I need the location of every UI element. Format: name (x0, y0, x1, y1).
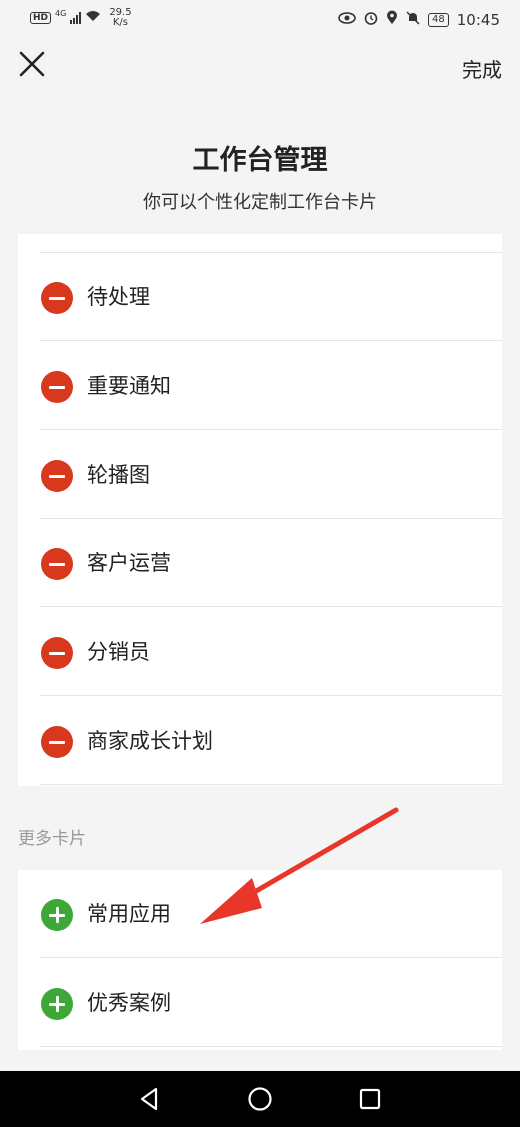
done-button[interactable]: 完成 (462, 54, 502, 83)
list-item[interactable]: 分销员 (18, 608, 502, 696)
system-nav-bar (0, 1071, 520, 1127)
remove-button[interactable] (41, 726, 73, 758)
card-label: 客户运营 (87, 551, 171, 575)
card-label: 商家成长计划 (87, 729, 213, 753)
card-label: 轮播图 (87, 463, 150, 487)
minus-circle-icon (49, 385, 65, 389)
back-triangle-icon (140, 1087, 158, 1111)
card-label: 待处理 (87, 285, 150, 309)
minus-circle-icon (49, 740, 65, 744)
page-title: 工作台管理 (192, 145, 328, 176)
clock-time: 10:45 (456, 10, 500, 29)
list-item[interactable]: 商家成长计划 (18, 697, 502, 785)
more-cards-list: 常用应用 优秀案例 (18, 870, 502, 1050)
add-button[interactable] (41, 899, 73, 931)
divider (40, 957, 502, 958)
status-right: 48 10:45 (338, 10, 500, 29)
recents-square-icon (359, 1088, 381, 1110)
page-subtitle: 你可以个性化定制工作台卡片 (143, 192, 377, 213)
divider (40, 784, 502, 785)
divider (40, 695, 502, 696)
card-label: 重要通知 (87, 374, 171, 398)
location-icon (386, 10, 398, 29)
remove-button[interactable] (41, 371, 73, 403)
more-cards-heading: 更多卡片 (18, 829, 86, 849)
minus-circle-icon (49, 296, 65, 300)
list-item[interactable]: 轮播图 (18, 431, 502, 519)
card-label: 分销员 (87, 640, 150, 664)
divider (40, 606, 502, 607)
add-button[interactable] (41, 988, 73, 1020)
close-button[interactable] (14, 46, 50, 82)
close-icon (19, 51, 45, 77)
home-button[interactable] (246, 1085, 274, 1113)
divider (40, 429, 502, 430)
remove-button[interactable] (41, 548, 73, 580)
list-item[interactable]: 重要通知 (18, 342, 502, 430)
minus-circle-icon (49, 562, 65, 566)
hd-icon: HD (30, 12, 52, 24)
list-item[interactable]: 待处理 (18, 253, 502, 341)
minus-circle-icon (49, 651, 65, 655)
remove-button[interactable] (41, 282, 73, 314)
remove-button[interactable] (41, 637, 73, 669)
eye-icon (338, 11, 356, 28)
remove-button[interactable] (41, 460, 73, 492)
signal-icon (70, 12, 82, 24)
battery-icon: 48 (428, 12, 449, 27)
recents-button[interactable] (356, 1085, 384, 1113)
status-left: HD 4G 29.5 K/s (30, 8, 132, 28)
active-cards-list: 待处理 重要通知 轮播图 客户运营 分销员 商家成长计划 (18, 234, 502, 786)
mute-bell-icon (406, 10, 420, 29)
back-button[interactable] (136, 1085, 164, 1113)
divider (40, 340, 502, 341)
network-speed: 29.5 K/s (109, 7, 132, 28)
list-item[interactable]: 优秀案例 (18, 959, 502, 1047)
list-item[interactable]: 常用应用 (18, 870, 502, 958)
divider (40, 1046, 502, 1047)
status-bar: HD 4G 29.5 K/s 48 10:45 (0, 0, 520, 40)
list-item[interactable]: 客户运营 (18, 519, 502, 607)
wifi-icon (85, 10, 101, 26)
alarm-icon (364, 11, 378, 29)
card-label: 常用应用 (87, 902, 171, 926)
home-circle-icon (248, 1087, 272, 1111)
card-label: 优秀案例 (87, 991, 171, 1015)
minus-circle-icon (49, 474, 65, 478)
network-type: 4G (55, 8, 67, 18)
